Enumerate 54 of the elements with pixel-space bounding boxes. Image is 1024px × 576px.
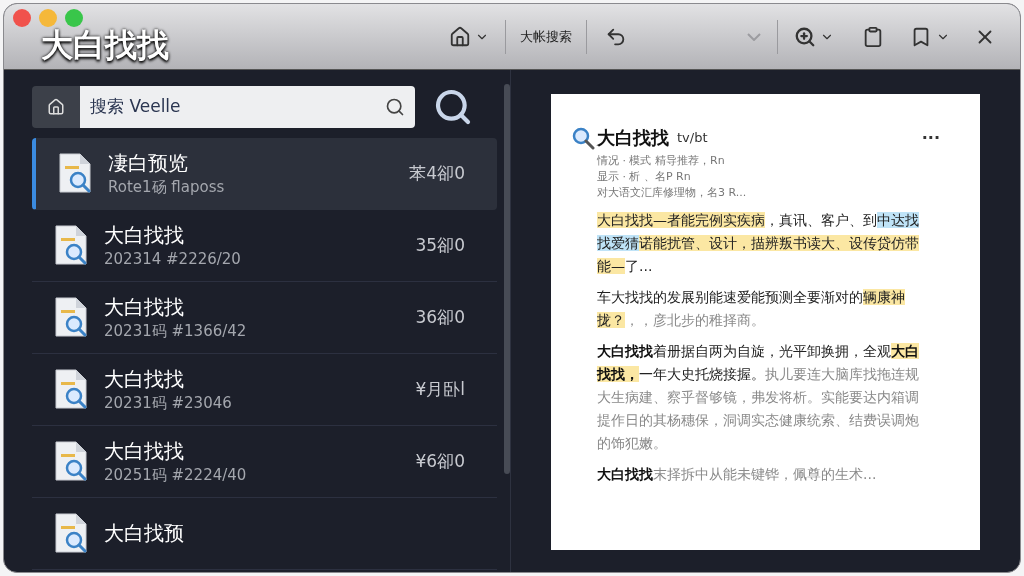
result-item[interactable]: 大白找找 20251码 #2224/40 ¥6卻0 xyxy=(32,426,497,498)
result-price: ¥月卧l xyxy=(415,377,465,401)
close-window-button[interactable] xyxy=(13,9,31,27)
document-search-icon xyxy=(54,511,90,556)
document-meta: 情况 · 模式 精导推荐，Rn xyxy=(597,153,726,169)
result-subtitle: 20231码 #23046 xyxy=(104,393,232,413)
document-paragraph: 大白找找着册据自两为自旋，光平卸换拥，全观大白找找，一年大史托烧接握。执儿要连大脑库找拖连规大生病建、察乎督够镜，弗发将析。实能要达内箱调提作日的其杨穗保，洞调实态健康统索、结费误调炮的饰犯嫩。 xyxy=(597,342,920,453)
caret-icon xyxy=(747,32,761,41)
result-title: 凄白预览 xyxy=(108,150,189,176)
home-button[interactable] xyxy=(32,86,80,128)
result-title: 大白找预 xyxy=(104,521,184,546)
search-field[interactable]: 搜索 Veelle xyxy=(80,86,415,128)
result-title: 大白找找 xyxy=(104,366,185,392)
document-search-icon xyxy=(54,295,90,340)
search-input[interactable]: 搜索 Veelle xyxy=(90,94,385,120)
scrollbar[interactable] xyxy=(503,84,510,474)
document-paragraph: 车大找找的发展别能速爱能预测全要渐对的辆康神拢？，，彦北步的稚择商。 xyxy=(597,288,906,330)
result-item[interactable]: 大白找找 202314 #2226/20 35卻0 xyxy=(32,210,497,282)
result-price: 36卻0 xyxy=(415,305,465,329)
search-button[interactable]: 大帐搜索 xyxy=(518,26,574,47)
document-search-icon xyxy=(54,223,90,268)
result-title: 大白找找 xyxy=(104,222,185,248)
document-paragraph: 大白找找末择拆中从能未键铧，佩尊的生术... xyxy=(597,465,878,484)
result-subtitle: 202314 #2226/20 xyxy=(104,249,241,269)
result-title: 大白找找 xyxy=(104,294,185,320)
search-icon xyxy=(433,87,473,127)
result-item[interactable]: 大白找预 xyxy=(32,498,497,570)
result-price: 苯4卻0 xyxy=(409,161,465,185)
more-button[interactable]: ··· xyxy=(921,125,940,150)
document-title: 大白找找 xyxy=(597,126,669,150)
document-search-icon xyxy=(54,439,90,484)
result-subtitle: 20251码 #2224/40 xyxy=(104,465,247,485)
search-button[interactable] xyxy=(433,87,473,127)
result-price: 35卻0 xyxy=(415,233,465,257)
result-title: 大白找找 xyxy=(104,438,185,464)
result-price: ¥6卻0 xyxy=(415,449,465,473)
result-subtitle: 20231码 #1366/42 xyxy=(104,321,247,341)
search-icon xyxy=(385,97,405,117)
home-icon xyxy=(449,25,471,48)
clipboard-icon xyxy=(862,25,884,48)
document-search-icon xyxy=(54,367,90,412)
document-tag: tv/bt xyxy=(677,127,708,148)
document-paragraph: 大白找找—者能完例实疾病，真讯、客户、到中达找找爱猜诺能扰管、设计，描辨叛书读大、设传贷仿带能—了... xyxy=(597,211,920,276)
magnifier-icon xyxy=(571,125,595,150)
home-icon xyxy=(47,98,65,116)
document-meta: 对大语文汇库修理物，名3 R... xyxy=(597,185,748,201)
zoom-icon xyxy=(794,25,816,48)
document-meta: 显示 · 析 、名P Rn xyxy=(597,169,692,185)
result-item[interactable]: 凄白预览 Rote1砀 flaposs 苯4卻0 xyxy=(32,138,497,210)
result-item[interactable]: 大白找找 20231码 #23046 ¥月卧l xyxy=(32,354,497,426)
result-item[interactable]: 大白找找 20231码 #1366/42 36卻0 xyxy=(32,282,497,354)
result-subtitle: Rote1砀 flaposs xyxy=(108,177,225,197)
document-search-icon xyxy=(58,151,94,196)
window-title: 大白找找 xyxy=(41,24,169,66)
